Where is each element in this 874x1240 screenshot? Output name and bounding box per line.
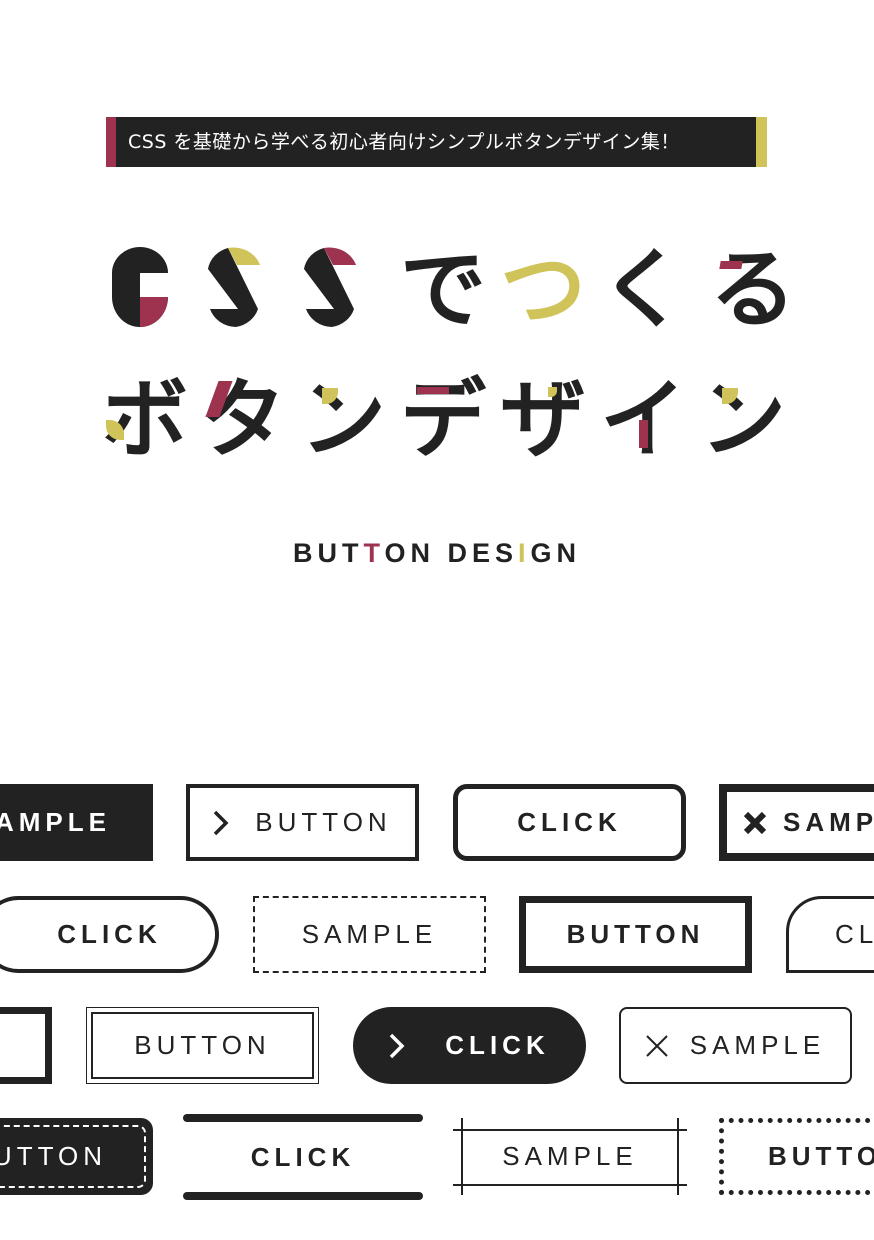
title-char-ku: く [600,240,686,340]
banner-accent-right [756,117,767,167]
close-thin-icon [646,1034,668,1057]
title-line-2: ボ タ ン デ ザ イ ン [100,365,786,475]
button-heavy-outline-cropped[interactable] [0,1007,52,1084]
sample-button-dashed[interactable]: SAMPLE [253,896,486,973]
button-label: CLICK [445,1030,550,1060]
title-letter-s1 [208,247,260,327]
click-button-corner-rounded[interactable]: CLICK [786,896,874,973]
click-button-rounded[interactable]: CLICK [453,784,686,861]
button-dotted[interactable]: BUTTON [719,1118,874,1195]
frame-line-top [453,1129,687,1131]
button-label: CLICK [57,919,162,949]
button-label: BUTTON [0,1141,107,1171]
title-letter-c [112,247,168,327]
button-chevron-outline[interactable]: BUTTON [186,784,419,861]
de-accent [417,387,449,394]
button-heavy-outline[interactable]: BUTTON [519,896,752,973]
button-label: CLICK [835,919,874,949]
sample-button-solid[interactable]: SAMPLE [0,784,153,861]
button-label: BUTTON [255,807,392,837]
sample-button-x-thin[interactable]: SAMPLE [619,1007,852,1084]
button-label: SAMPLE [502,1141,638,1171]
button-label: SAMPLE [689,1030,826,1060]
subtitle-part-2: ON DES [384,538,519,568]
sample-button-crossed-lines[interactable]: SAMPLE [453,1118,687,1195]
subtitle-button-design: BUTTON DESIGN [0,538,874,569]
title-char-ru: る [710,240,796,340]
title-char-n2: ン [700,370,786,470]
button-label: SAMPLE [301,919,438,949]
button-label: SAMPLE [0,807,111,837]
button-label: BUTTON [566,919,705,949]
subtitle-part-1: BUT [292,538,364,568]
ru-accent [719,261,743,269]
title-char-de2: デ [400,370,486,470]
button-label: CLICK [250,1141,356,1172]
subtitle-part-3: GN [530,538,582,568]
bottom-bar [183,1192,423,1200]
banner-accent-left [106,117,116,167]
button-label: BUTTON [768,1141,874,1171]
intro-banner: CSS を基礎から学べる初心者向けシンプルボタンデザイン集！ [106,117,767,167]
click-button-bars[interactable]: CLICK [183,1112,423,1202]
subtitle-highlight-t: T [363,538,385,568]
title-line-1: で つ く る [100,235,796,345]
button-label: SAMPLE [783,807,874,837]
title-char-n1: ン [300,370,386,470]
frame-line-left [461,1118,463,1195]
title-char-ta: タ [200,370,286,470]
button-label: BUTTON [134,1030,271,1060]
title-char-tsu: つ [500,240,586,340]
click-button-solid-pill[interactable]: CLICK [353,1007,586,1084]
sample-button-x-thick[interactable]: SAMPLE [719,784,874,861]
button-double-border[interactable]: BUTTON [86,1007,319,1084]
button-label: CLICK [517,807,622,837]
chevron-right-icon [213,810,229,836]
frame-line-bottom [453,1184,687,1186]
title-char-de: で [400,240,486,340]
top-bar [183,1114,423,1122]
i-accent [639,420,648,448]
click-button-pill[interactable]: CLICK [0,896,219,973]
banner-text: CSS を基礎から学べる初心者向けシンプルボタンデザイン集！ [128,131,680,153]
title-char-za: ザ [500,370,586,470]
subtitle-highlight-i: I [518,538,531,568]
title-letter-s2 [304,247,356,327]
frame-line-right [677,1118,679,1195]
chevron-right-icon [389,1033,405,1059]
close-bold-icon [743,811,767,835]
button-solid-stitched[interactable]: BUTTON [0,1118,153,1195]
